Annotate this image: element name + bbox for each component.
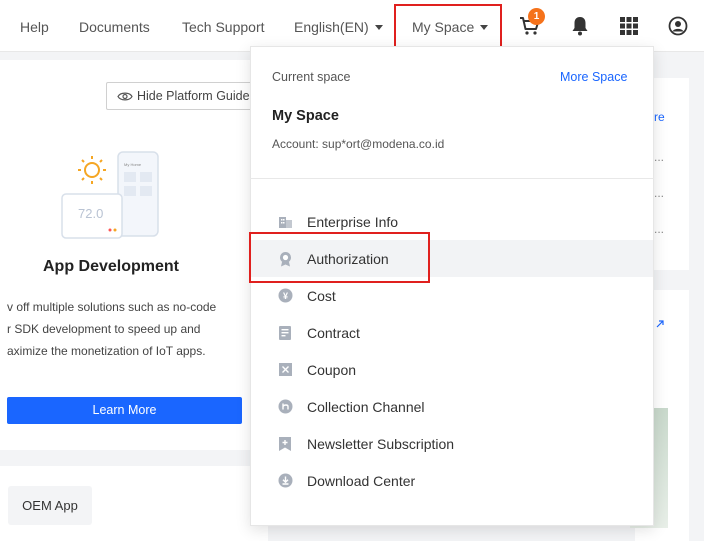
menu-item-label: Cost [307,287,336,304]
account-button[interactable] [664,12,692,40]
contract-icon [277,325,293,341]
menu-item-collection-channel[interactable]: Collection Channel [251,388,653,425]
app-development-illustration: My Home 72.0 [61,151,159,239]
description-line: v off multiple solutions such as no-code [7,300,217,314]
ellipsis-text: ... [654,150,665,164]
chevron-down-icon [374,25,383,30]
menu-item-download-center[interactable]: Download Center [251,462,653,499]
my-space-menu[interactable]: My Space [412,0,489,52]
menu-item-contract[interactable]: Contract [251,314,653,351]
channel-icon [277,399,293,415]
menu-item-label: Download Center [307,472,416,489]
current-space-label: Current space [272,70,351,84]
cart-button[interactable]: 1 [516,8,545,40]
menu-item-label: Coupon [307,361,357,378]
apps-grid-button[interactable] [615,12,643,40]
more-link-fragment[interactable]: re [654,110,665,124]
nav-help-link[interactable]: Help [20,0,49,52]
menu-item-authorization[interactable]: Authorization [251,240,653,277]
app-development-title: App Development [42,258,179,275]
ellipsis-text: ... [654,222,665,236]
learn-more-button[interactable]: Learn More [7,397,242,424]
language-label: English(EN) [294,19,369,35]
divider [250,178,654,179]
menu-item-label: Enterprise Info [307,213,399,230]
hide-guide-label: Hide Platform Guide [137,89,250,103]
external-link-icon[interactable] [655,318,665,332]
menu-item-label: Collection Channel [307,398,425,415]
cart-count-badge: 1 [528,8,545,25]
user-avatar-icon [668,16,688,36]
building-icon [277,214,293,230]
medal-icon [277,251,293,267]
eye-icon [117,85,133,109]
illustration-temperature: 72.0 [78,206,103,221]
nav-tech-support-link[interactable]: Tech Support [182,0,265,52]
nav-documents-link[interactable]: Documents [79,0,150,52]
description-line: r SDK development to speed up and [7,322,201,336]
ellipsis-text: ... [654,186,665,200]
menu-item-newsletter-subscription[interactable]: Newsletter Subscription [251,425,653,462]
account-email: Account: sup*ort@modena.co.id [272,137,445,151]
app-development-description: v off multiple solutions such as no-code… [7,296,252,362]
menu-item-label: Authorization [307,250,389,267]
newsletter-icon [277,436,293,452]
language-selector[interactable]: English(EN) [294,0,383,52]
illustration-home-label: My Home [124,162,142,167]
more-space-link[interactable]: More Space [560,70,627,84]
coupon-icon [277,362,293,378]
svg-text:¥: ¥ [282,291,287,301]
app-development-card [0,60,268,450]
grid-icon [620,17,638,35]
download-icon [277,473,293,489]
oem-app-tab[interactable]: OEM App [8,486,92,525]
menu-item-enterprise-info[interactable]: Enterprise Info [251,203,653,240]
my-space-label: My Space [412,19,475,35]
menu-item-label: Contract [307,324,360,341]
chevron-down-icon [480,25,489,30]
top-navigation: Help Documents Tech Support English(EN) … [0,0,704,52]
menu-item-cost[interactable]: ¥ Cost [251,277,653,314]
menu-item-coupon[interactable]: Coupon [251,351,653,388]
notifications-button[interactable] [566,12,594,40]
coin-icon: ¥ [277,288,293,304]
hide-platform-guide-button[interactable]: Hide Platform Guide [106,82,256,110]
menu-item-label: Newsletter Subscription [307,435,455,452]
space-name: My Space [272,108,339,124]
description-line: aximize the monetization of IoT apps. [7,344,206,358]
bell-icon [572,17,588,36]
